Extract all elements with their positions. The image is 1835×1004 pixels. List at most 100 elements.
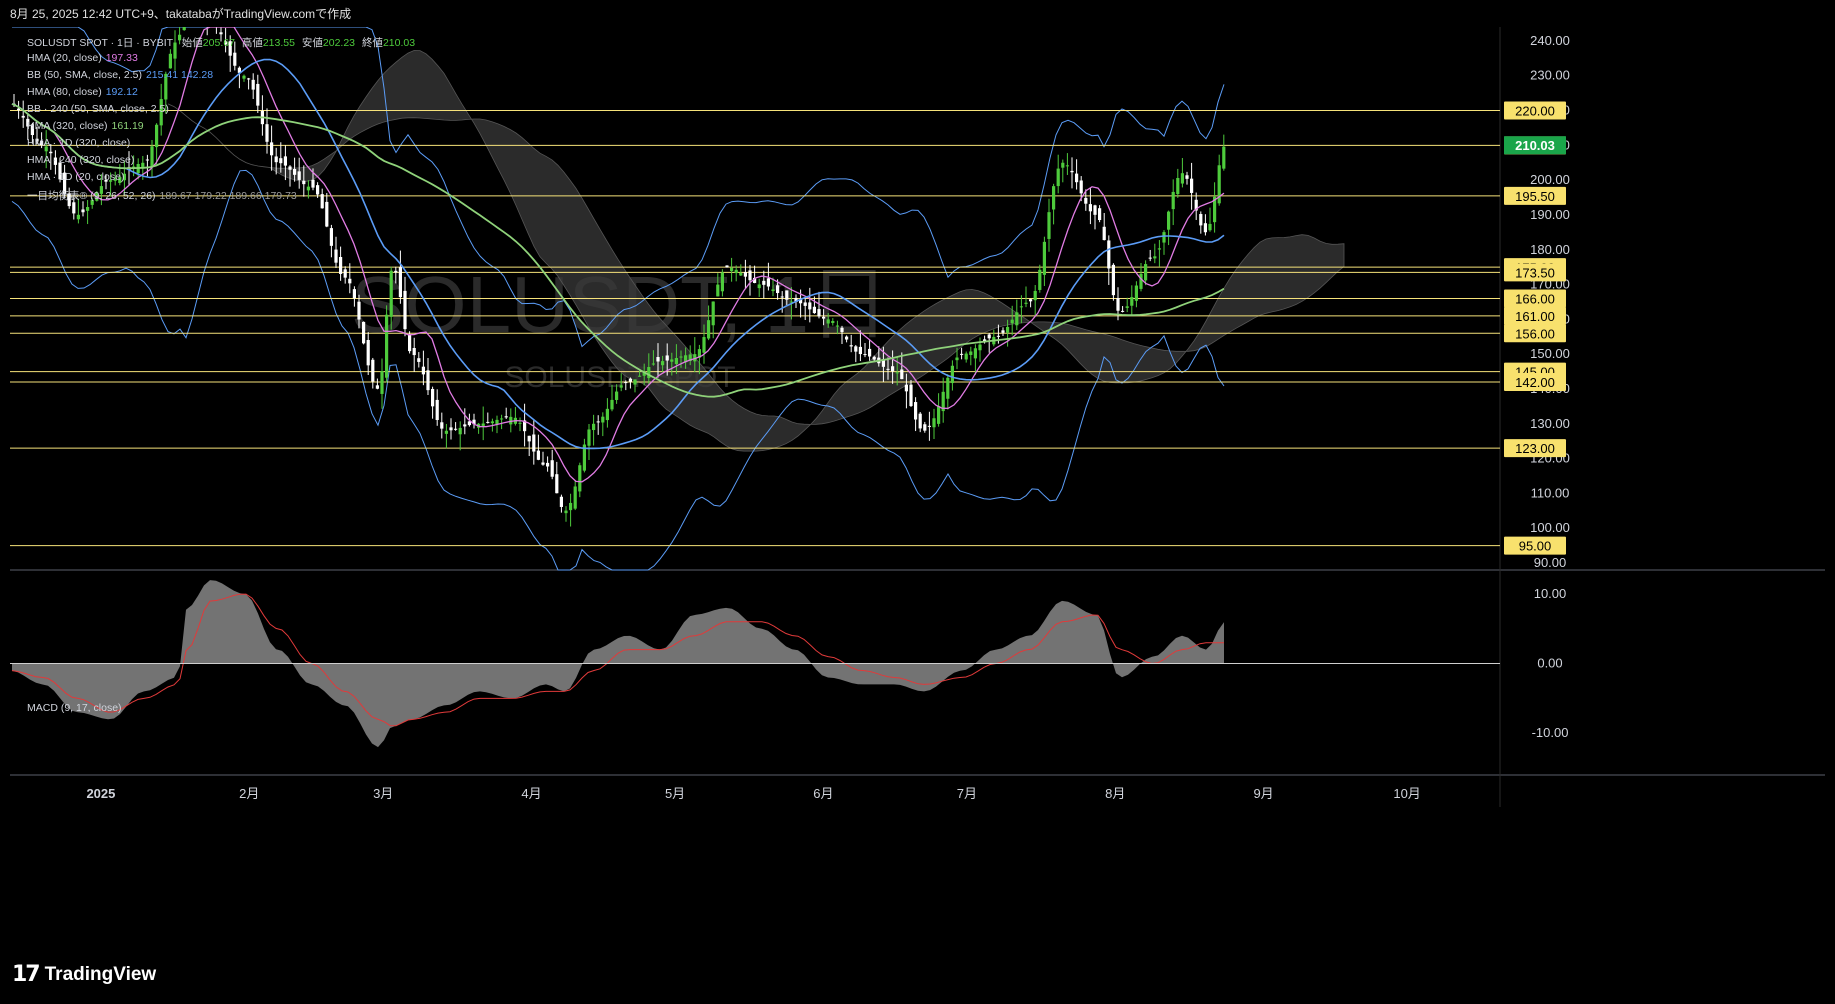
candle-body (610, 399, 614, 410)
candle-body (720, 272, 724, 292)
price-tick-label: 100.00 (1530, 520, 1570, 535)
candle-body (702, 337, 706, 353)
time-tick-label: 4月 (521, 786, 541, 801)
indicator-label: HMA (80, close) (27, 86, 102, 98)
legend-indicator-row: HMA (320, close) 161.19 (27, 120, 144, 132)
candle-body (845, 336, 849, 340)
chart-header: 8月 25, 2025 12:42 UTC+9、takatabaがTrading… (10, 7, 352, 21)
price-tick-label: 130.00 (1530, 416, 1570, 431)
candle-body (978, 344, 982, 351)
candle-body (619, 385, 623, 388)
candle-body (633, 379, 637, 385)
candle-body (651, 363, 655, 365)
price-tick-label: 230.00 (1530, 68, 1570, 83)
legend-low-label: 安値 (301, 37, 323, 49)
candle-body (1024, 302, 1028, 304)
macd-tick-label: -10.00 (1532, 725, 1569, 740)
candle-body (596, 421, 600, 423)
candle-body (182, 27, 186, 31)
candle-body (394, 270, 398, 273)
price-tick-label: 240.00 (1530, 33, 1570, 48)
candle-body (389, 270, 393, 317)
candle-body (463, 424, 467, 427)
indicator-label: HMA · 1D (320, close) (27, 137, 131, 149)
candle-body (251, 79, 255, 90)
candle-body (1056, 168, 1060, 187)
time-tick-label: 2月 (239, 786, 259, 801)
candle-body (766, 278, 770, 287)
candle-body (559, 496, 563, 507)
candle-body (564, 510, 568, 514)
candle-body (757, 284, 761, 289)
price-tick-label: 150.00 (1530, 346, 1570, 361)
candle-body (863, 354, 867, 356)
tradingview-logo-icon: 17 (12, 962, 41, 987)
candle-body (854, 346, 858, 352)
time-tick-label: 8月 (1105, 786, 1125, 801)
candle-body (955, 357, 959, 361)
indicator-value: 197.33 (105, 52, 138, 64)
candle-body (247, 78, 251, 80)
candle-body (1001, 330, 1005, 333)
candle-body (748, 270, 752, 281)
candle-body (550, 460, 554, 477)
candle-body (849, 345, 853, 347)
candle-body (573, 486, 577, 509)
candle-body (707, 320, 711, 339)
candle-body (325, 201, 329, 227)
price-tick-label: 200.00 (1530, 172, 1570, 187)
candle-body (776, 285, 780, 294)
candle-body (918, 413, 922, 429)
candle-body (973, 348, 977, 359)
candle-body (835, 325, 839, 327)
candle-body (168, 53, 172, 69)
candle-body (638, 375, 642, 377)
candle-body (743, 272, 747, 277)
candle-body (909, 384, 913, 407)
candle-body (1033, 290, 1037, 301)
candle-body (1015, 312, 1019, 326)
candle-body (780, 296, 784, 298)
candle-body (1038, 269, 1042, 290)
candle-body (569, 502, 573, 511)
legend-close-value: 210.03 (382, 37, 416, 49)
candle-body (518, 422, 522, 424)
candle-body (900, 369, 904, 380)
level-badge-label: 161.00 (1515, 309, 1555, 324)
legend-symbol: SOLUSDT SPOT · 1日 · BYBIT (27, 37, 173, 49)
legend-indicator-row: HMA (20, close) 197.33 (27, 52, 138, 64)
candle-body (1185, 175, 1189, 179)
candle-body (711, 301, 715, 326)
candle-body (808, 302, 812, 310)
indicator-label: HMA (320, close) (27, 120, 108, 132)
candle-body (339, 257, 343, 274)
candle-body (270, 142, 274, 156)
candle-body (495, 419, 499, 425)
price-chart[interactable]: SOLUSDT, 1日SOLUSDT SPOT240.00230.00220.0… (10, 27, 1825, 944)
candle-body (1065, 165, 1069, 167)
candle-body (536, 450, 540, 460)
candle-body (288, 166, 292, 170)
candle-body (1199, 214, 1203, 226)
candle-body (86, 207, 90, 211)
time-tick-label: 2025 (86, 786, 115, 801)
candle-body (615, 391, 619, 400)
hma-20-line (11, 27, 1225, 483)
candle-body (283, 156, 287, 166)
candle-body (1047, 212, 1051, 239)
candle-body (348, 278, 352, 284)
macd-label: MACD (9, 17, close) (27, 702, 122, 714)
candle-body (1139, 273, 1143, 289)
candle-body (891, 366, 895, 372)
legend-indicator-row: HMA · 240 (320, close) (27, 154, 138, 166)
candle-body (840, 327, 844, 333)
tradingview-logo[interactable]: 17 TradingView (12, 962, 156, 987)
candle-body (444, 430, 448, 434)
candle-body (964, 353, 968, 360)
candle-body (872, 356, 876, 360)
candle-body (1180, 173, 1184, 184)
candle-body (1176, 177, 1180, 195)
candle-body (435, 399, 439, 421)
candle-body (150, 146, 154, 167)
chart-frame[interactable]: SOLUSDT, 1日SOLUSDT SPOT240.00230.00220.0… (10, 27, 1825, 944)
